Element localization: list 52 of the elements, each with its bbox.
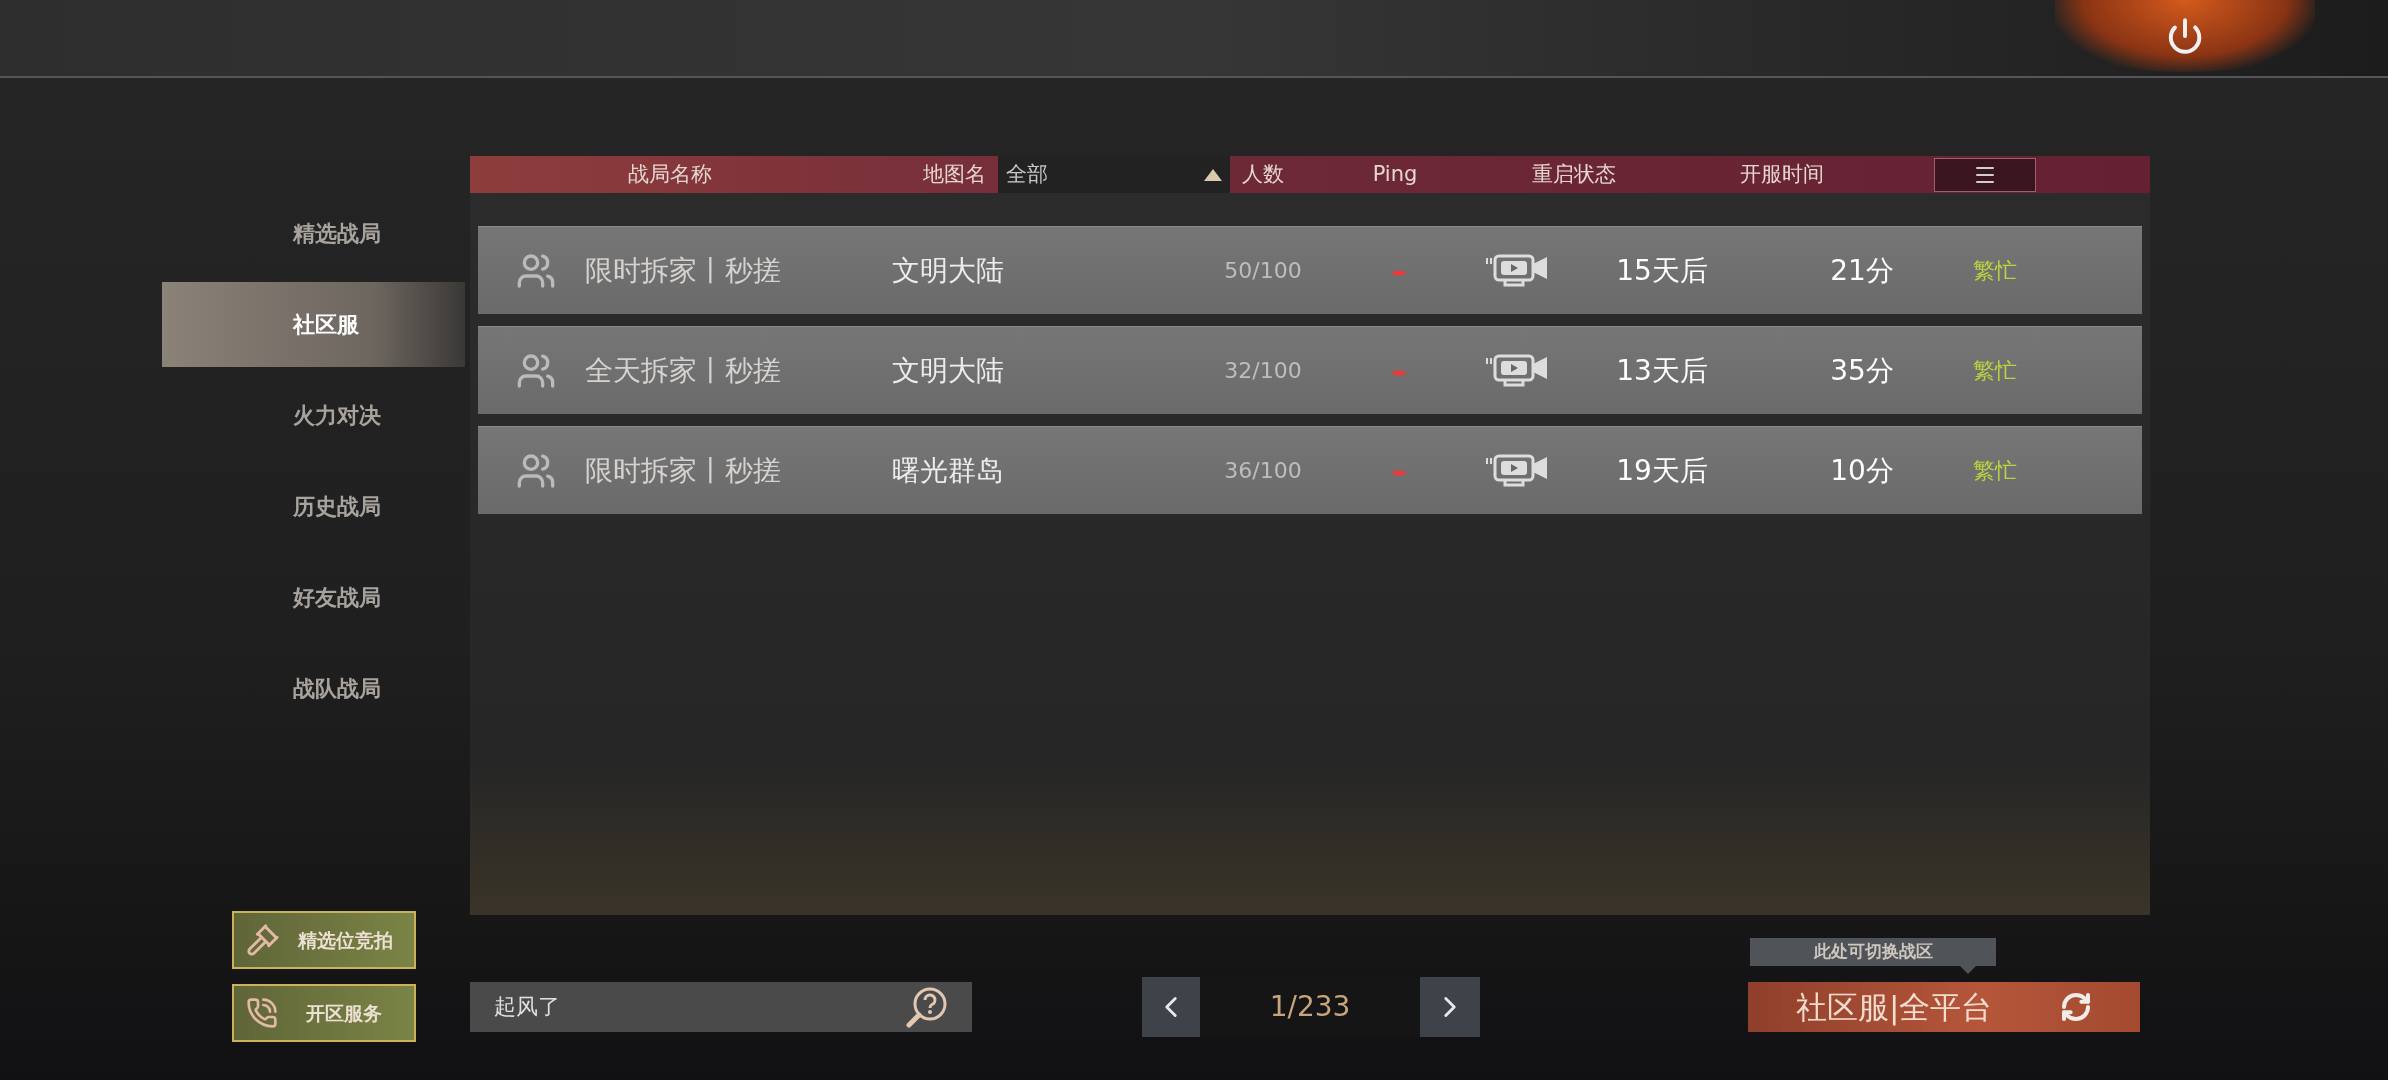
column-header: 地图名 bbox=[923, 160, 986, 188]
previous-page-button[interactable] bbox=[1142, 977, 1200, 1037]
server-name: 全天拆家丨秒搓 bbox=[585, 352, 782, 389]
side-action-button[interactable]: 开区服务 bbox=[232, 984, 416, 1042]
refresh-icon bbox=[2060, 991, 2092, 1023]
gavel-icon bbox=[246, 923, 280, 957]
phone-icon bbox=[246, 997, 278, 1029]
map-name: 文明大陆 bbox=[892, 352, 1005, 389]
server-row[interactable]: 限时拆家丨秒搓 文明大陆 50/100 – 15天后 21分 繁忙 bbox=[478, 226, 2142, 314]
server-name: 限时拆家丨秒搓 bbox=[585, 252, 782, 289]
uptime: 10分 bbox=[1829, 452, 1895, 489]
player-count: 36/100 bbox=[1223, 457, 1303, 485]
next-page-button[interactable] bbox=[1420, 977, 1480, 1037]
server-name: 限时拆家丨秒搓 bbox=[585, 452, 782, 489]
uptime: 21分 bbox=[1829, 252, 1895, 289]
column-header: 重启状态 bbox=[1532, 160, 1616, 188]
sidebar-tab[interactable]: 火力对决 bbox=[162, 373, 465, 458]
restart-status: 15天后 bbox=[1615, 252, 1709, 289]
ping-value: – bbox=[1390, 452, 1408, 490]
sidebar-tab[interactable]: 战队战局 bbox=[162, 646, 465, 731]
status-label: 繁忙 bbox=[1973, 257, 2017, 285]
map-filter-dropdown[interactable]: 全部 bbox=[998, 156, 1230, 193]
menu-button[interactable] bbox=[1934, 157, 2036, 192]
restart-status: 13天后 bbox=[1615, 352, 1709, 389]
column-header: 开服时间 bbox=[1740, 160, 1824, 188]
map-name: 曙光群岛 bbox=[892, 452, 1005, 489]
player-count: 50/100 bbox=[1223, 257, 1303, 285]
map-name: 文明大陆 bbox=[892, 252, 1005, 289]
tooltip-pointer-icon bbox=[1960, 966, 1976, 974]
sidebar-tab[interactable]: 社区服 bbox=[162, 282, 465, 367]
search-field[interactable]: 起风了 bbox=[470, 982, 972, 1032]
server-row[interactable]: 限时拆家丨秒搓 曙光群岛 36/100 – 19天后 10分 繁忙 bbox=[478, 426, 2142, 514]
column-header: 战局名称 bbox=[628, 160, 712, 188]
column-header: Ping bbox=[1372, 160, 1418, 188]
uptime: 35分 bbox=[1829, 352, 1895, 389]
restart-status: 19天后 bbox=[1615, 452, 1709, 489]
search-help-icon bbox=[906, 986, 948, 1028]
sidebar-tab[interactable]: 精选战局 bbox=[162, 191, 465, 276]
sidebar-tab[interactable]: 历史战局 bbox=[162, 464, 465, 549]
server-row[interactable]: 全天拆家丨秒搓 文明大陆 32/100 – 13天后 35分 繁忙 bbox=[478, 326, 2142, 414]
zone-switch-button[interactable]: 社区服|全平台 bbox=[1748, 982, 2140, 1032]
ping-value: – bbox=[1390, 252, 1408, 290]
page-indicator: 1/233 bbox=[1269, 989, 1351, 1025]
side-action-button[interactable]: 精选位竞拍 bbox=[232, 911, 416, 969]
power-icon bbox=[2166, 17, 2204, 55]
sidebar-tab[interactable]: 好友战局 bbox=[162, 555, 465, 640]
column-header: 人数 bbox=[1242, 160, 1284, 188]
ping-value: – bbox=[1390, 352, 1408, 390]
status-label: 繁忙 bbox=[1973, 357, 2017, 385]
player-count: 32/100 bbox=[1223, 357, 1303, 385]
caret-up-icon bbox=[1204, 168, 1222, 181]
status-label: 繁忙 bbox=[1973, 457, 2017, 485]
